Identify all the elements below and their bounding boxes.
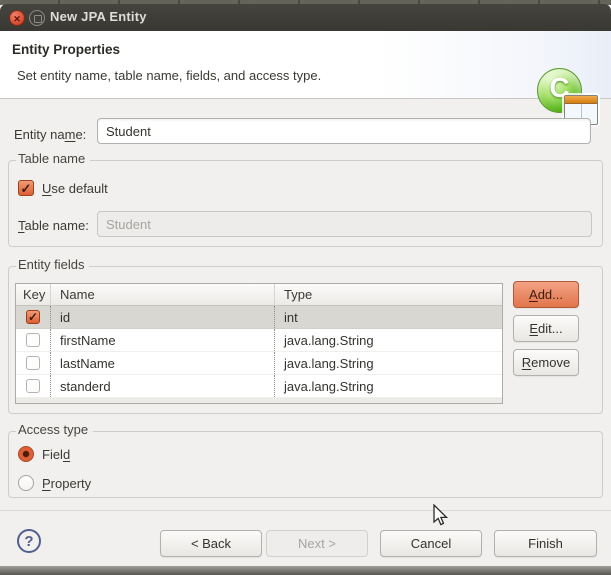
table-row[interactable]: id int	[16, 306, 502, 329]
window-title: New JPA Entity	[50, 9, 147, 24]
new-jpa-entity-dialog: New JPA Entity Entity Properties Set ent…	[0, 0, 611, 575]
use-default-label[interactable]: Use default	[42, 181, 108, 196]
key-checkbox[interactable]	[26, 356, 40, 370]
field-type-cell: java.lang.String	[274, 329, 502, 351]
edit-button[interactable]: Edit...	[513, 315, 579, 342]
property-radio-label[interactable]: Property	[42, 476, 91, 491]
wizard-banner: Entity Properties Set entity name, table…	[0, 31, 611, 125]
entity-fields-group-legend: Entity fields	[16, 257, 90, 272]
add-button[interactable]: Add...	[513, 281, 579, 308]
access-type-group: Access type	[8, 422, 603, 498]
window-bottom-edge	[0, 566, 611, 575]
field-type-cell: java.lang.String	[274, 352, 502, 374]
field-type-cell: int	[274, 306, 502, 328]
use-default-checkbox[interactable]	[18, 180, 34, 196]
field-radio[interactable]	[18, 446, 34, 462]
finish-button[interactable]: Finish	[494, 530, 597, 557]
table-name-label: Table name:	[18, 218, 89, 233]
banner-subtitle: Set entity name, table name, fields, and…	[17, 68, 322, 83]
field-name-cell: standerd	[50, 375, 274, 397]
entity-name-input[interactable]	[97, 118, 591, 144]
table-row[interactable]: lastName java.lang.String	[16, 352, 502, 375]
field-name-cell: id	[50, 306, 274, 328]
field-name-cell: firstName	[50, 329, 274, 351]
property-radio[interactable]	[18, 475, 34, 491]
restore-icon[interactable]	[29, 10, 45, 26]
table-name-group-legend: Table name	[16, 151, 91, 166]
mouse-cursor	[433, 504, 449, 526]
footer-separator	[0, 510, 611, 511]
next-button[interactable]: Next >	[266, 530, 368, 557]
entity-name-label: Entity name:	[14, 127, 87, 142]
banner-title: Entity Properties	[12, 42, 121, 57]
remove-button[interactable]: Remove	[513, 349, 579, 376]
field-radio-label[interactable]: Field	[42, 447, 70, 462]
column-header-key[interactable]: Key	[16, 284, 50, 305]
titlebar[interactable]: New JPA Entity	[0, 4, 611, 31]
access-type-group-legend: Access type	[16, 422, 94, 437]
table-row[interactable]: standerd java.lang.String	[16, 375, 502, 398]
column-header-type[interactable]: Type	[274, 284, 502, 305]
cancel-button[interactable]: Cancel	[380, 530, 482, 557]
field-type-cell: java.lang.String	[274, 375, 502, 397]
field-name-cell: lastName	[50, 352, 274, 374]
entity-fields-table[interactable]: Key Name Type id int firstName java.lang…	[15, 283, 503, 404]
key-checkbox[interactable]	[26, 333, 40, 347]
table-row[interactable]: firstName java.lang.String	[16, 329, 502, 352]
table-header-row: Key Name Type	[16, 284, 502, 306]
help-button[interactable]: ?	[17, 529, 41, 553]
column-header-name[interactable]: Name	[50, 284, 274, 305]
key-checkbox[interactable]	[26, 310, 40, 324]
table-name-input[interactable]	[97, 211, 592, 237]
key-checkbox[interactable]	[26, 379, 40, 393]
back-button[interactable]: < Back	[160, 530, 262, 557]
close-icon[interactable]	[9, 10, 25, 26]
